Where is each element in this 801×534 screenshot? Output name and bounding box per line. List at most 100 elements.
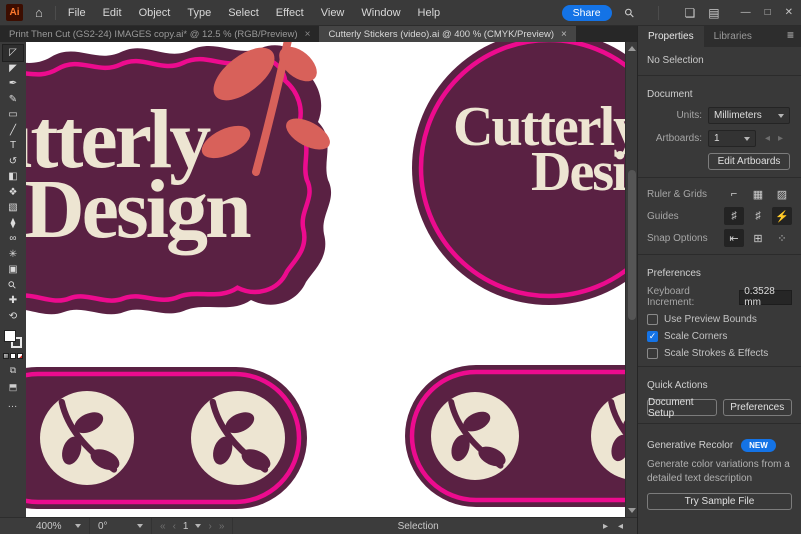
symbol-sprayer-tool[interactable]: ✳ [3, 247, 23, 263]
minimize-button[interactable]: — [741, 7, 751, 18]
hand-tool[interactable]: ✚ [3, 293, 23, 309]
circle-sticker[interactable]: Cutterly Design [412, 42, 625, 305]
units-select[interactable]: Millimeters [708, 107, 790, 124]
rectangle-tool[interactable]: ▭ [3, 107, 23, 123]
arrange-documents-icon[interactable]: ▤ [708, 6, 719, 20]
illustrator-logo-icon[interactable]: Ai [6, 4, 23, 21]
panel-tab-bar: Properties Libraries ≡ [638, 26, 801, 47]
scale-strokes-effects-checkbox[interactable] [647, 348, 658, 359]
preferences-button[interactable]: Preferences [723, 399, 793, 416]
last-artboard-icon[interactable]: » [219, 521, 225, 532]
menu-item-help[interactable]: Help [418, 7, 441, 19]
fill-stroke-indicator[interactable] [4, 330, 22, 348]
smart-guides-icon[interactable]: ⚡ [772, 207, 792, 225]
snap-to-grid-icon[interactable]: ⊞ [748, 229, 768, 247]
free-transform-tool[interactable]: ❖ [3, 185, 23, 201]
keyboard-increment-input[interactable]: 0.3528 mm [739, 290, 792, 305]
document-tab-inactive[interactable]: Print Then Cut (GS2-24) IMAGES copy.ai* … [0, 26, 319, 42]
edit-toolbar-icon[interactable]: … [8, 399, 19, 410]
first-artboard-icon[interactable]: « [160, 521, 166, 532]
panel-menu-icon[interactable]: ≡ [787, 26, 801, 47]
chevron-down-icon [778, 114, 784, 118]
gradient-mode-icon[interactable] [10, 353, 16, 359]
scale-strokes-effects-row[interactable]: Scale Strokes & Effects [647, 348, 792, 359]
document-setup-button[interactable]: Document Setup [647, 399, 717, 416]
fill-swatch[interactable] [4, 330, 16, 342]
maximize-button[interactable]: □ [765, 7, 771, 18]
ruler-corner-icon[interactable]: ⌐ [724, 185, 744, 203]
rotate-tool[interactable]: ↺ [3, 154, 23, 170]
scroll-down-icon[interactable] [628, 508, 636, 513]
snap-to-pixel-icon[interactable]: ⁘ [772, 229, 792, 247]
blob-sticker[interactable]: Cutterly Design [26, 42, 335, 314]
previous-artboard-icon[interactable]: ◂ [765, 133, 770, 144]
use-preview-bounds-checkbox[interactable] [647, 314, 658, 325]
curvature-tool[interactable]: ✎ [3, 92, 23, 108]
next-artboard-icon[interactable]: ▸ [778, 133, 783, 144]
menu-item-object[interactable]: Object [139, 7, 171, 19]
scrollbar-thumb[interactable] [628, 170, 636, 320]
none-mode-icon[interactable] [17, 353, 23, 359]
menu-item-type[interactable]: Type [187, 7, 211, 19]
vertical-scrollbar[interactable] [625, 42, 637, 517]
artboard-number-select[interactable]: 1 [183, 521, 189, 532]
scale-corners-checkbox[interactable]: ✓ [647, 331, 658, 342]
menu-item-effect[interactable]: Effect [276, 7, 304, 19]
previous-artboard-icon[interactable]: ‹ [173, 521, 176, 532]
close-tab-icon[interactable]: × [305, 29, 311, 40]
menu-item-file[interactable]: File [68, 7, 86, 19]
document-section-heading: Document [647, 83, 792, 104]
menu-item-window[interactable]: Window [361, 7, 400, 19]
status-expand-icon[interactable]: ▸ [603, 521, 608, 532]
selection-tool[interactable]: ◸ [3, 45, 23, 61]
shape-builder-tool[interactable]: ◧ [3, 169, 23, 185]
zoom-level-select[interactable]: 400% [28, 518, 90, 534]
snap-to-point-icon[interactable]: ⇤ [724, 229, 744, 247]
workspace-switcher-icon[interactable]: ❏ [684, 6, 695, 20]
menu-item-edit[interactable]: Edit [103, 7, 122, 19]
artboard-canvas[interactable]: Cutterly Design Cutterly Design [26, 42, 625, 517]
rotate-view-tool[interactable]: ⟲ [3, 309, 23, 325]
artboard-select[interactable]: 1 [708, 130, 756, 147]
scale-corners-row[interactable]: ✓ Scale Corners [647, 331, 792, 342]
pill-sticker-left[interactable] [26, 367, 307, 509]
scroll-up-icon[interactable] [628, 46, 636, 51]
pill-sticker-right[interactable] [405, 365, 625, 507]
draw-mode-icon[interactable]: ⧉ [10, 365, 16, 376]
rotation-select[interactable]: 0° [90, 518, 152, 534]
eyedropper-tool[interactable]: ⧫ [3, 216, 23, 232]
status-collapse-icon[interactable]: ◂ [618, 521, 623, 532]
screen-mode-icon[interactable]: ⬒ [9, 382, 18, 393]
share-button[interactable]: Share [562, 5, 612, 21]
zoom-tool[interactable]: ⚲ [3, 278, 23, 294]
transparency-grid-icon[interactable]: ▨ [772, 185, 792, 203]
color-mode-icon[interactable] [3, 353, 9, 359]
home-icon[interactable]: ⌂ [35, 5, 43, 20]
show-guides-icon[interactable]: ♯ [724, 207, 744, 225]
direct-selection-tool[interactable]: ◤ [3, 61, 23, 77]
status-display[interactable]: Selection [233, 521, 603, 532]
lock-guides-icon[interactable]: ♯ [748, 207, 768, 225]
artboard-tool[interactable]: ▣ [3, 262, 23, 278]
document-tab-active[interactable]: Cutterly Stickers (video).ai @ 400 % (CM… [319, 26, 575, 42]
use-preview-bounds-row[interactable]: Use Preview Bounds [647, 314, 792, 325]
tab-properties[interactable]: Properties [638, 26, 704, 47]
grid-icon[interactable]: ▦ [748, 185, 768, 203]
type-tool[interactable]: T [3, 138, 23, 154]
search-icon[interactable]: ⚲ [621, 4, 637, 20]
menu-item-select[interactable]: Select [228, 7, 259, 19]
pencil-tool[interactable]: ╱ [3, 123, 23, 139]
next-artboard-icon[interactable]: › [208, 521, 211, 532]
properties-panel: Properties Libraries ≡ No Selection Docu… [637, 26, 801, 534]
gradient-tool[interactable]: ▧ [3, 200, 23, 216]
keyboard-increment-label: Keyboard Increment: [647, 286, 733, 308]
edit-artboards-button[interactable]: Edit Artboards [708, 153, 790, 170]
try-sample-file-button[interactable]: Try Sample File [647, 493, 792, 510]
pen-tool[interactable]: ✒ [3, 76, 23, 92]
menu-item-view[interactable]: View [321, 7, 345, 19]
blend-tool[interactable]: ∞ [3, 231, 23, 247]
close-tab-icon[interactable]: × [561, 29, 567, 40]
close-button[interactable]: ✕ [785, 7, 793, 18]
ruler-grids-label: Ruler & Grids [647, 189, 724, 200]
tab-libraries[interactable]: Libraries [704, 26, 762, 47]
